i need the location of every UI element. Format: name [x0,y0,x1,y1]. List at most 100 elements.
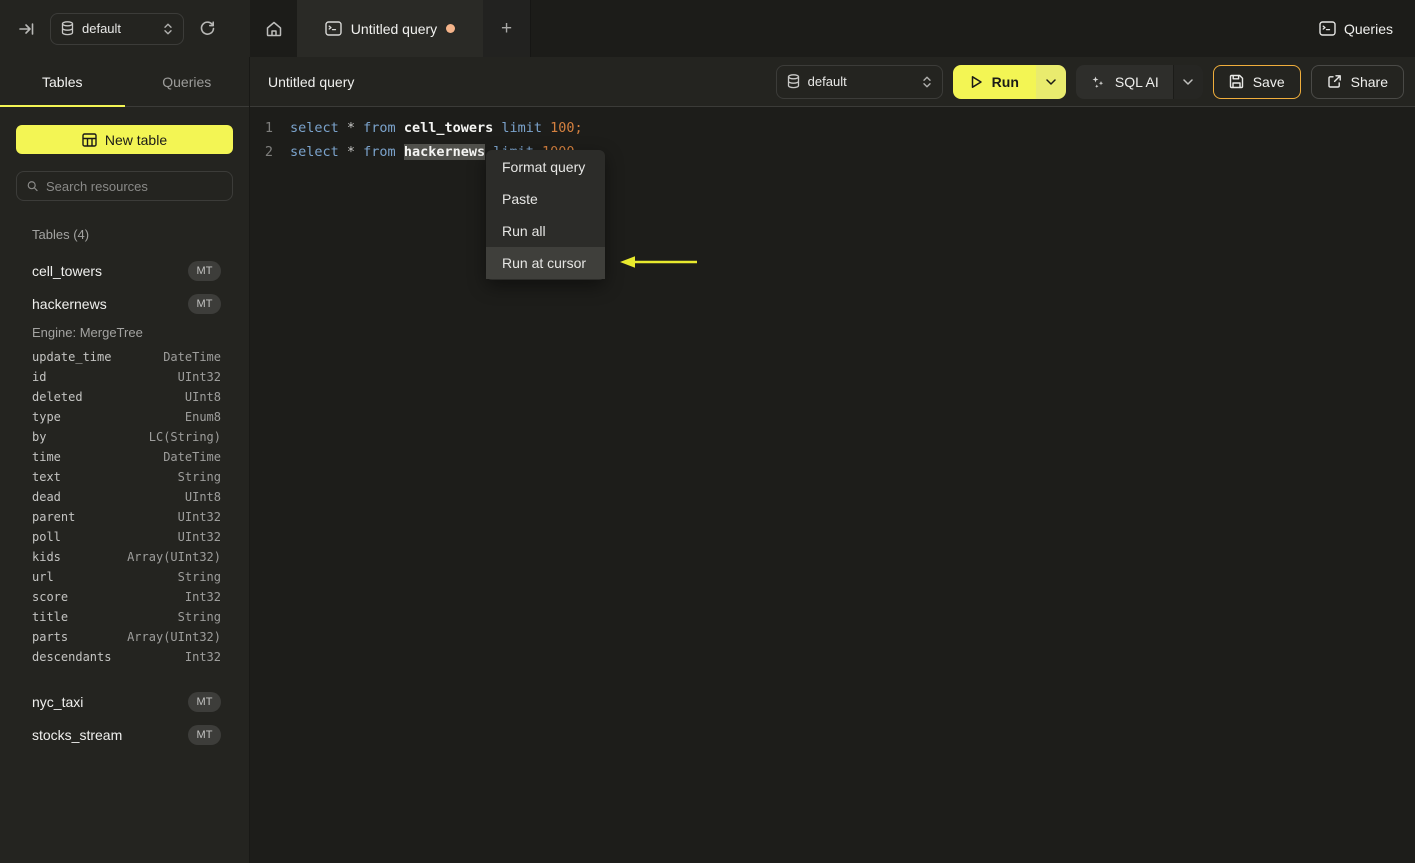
chevron-down-icon [1046,78,1056,85]
main-panel: Untitled query default Run SQL AI Save S… [250,57,1415,863]
chevron-up-down-icon [164,23,172,34]
table-name: nyc_taxi [32,693,84,710]
database-icon [61,21,74,36]
column-name: by [32,430,47,444]
database-selector[interactable]: default [50,12,184,45]
column-name: url [32,570,54,584]
column-type: UInt32 [177,530,221,544]
column-name: kids [32,550,61,564]
table-row-hackernews[interactable]: hackernews MT [0,287,249,320]
column-row: kids Array(UInt32) [32,547,221,567]
column-row: type Enum8 [32,407,221,427]
annotation-arrow-icon [620,256,697,268]
chevron-up-down-icon [922,76,931,87]
table-row-cell-towers[interactable]: cell_towers MT [0,254,249,287]
selected-text: hackernews [403,144,486,160]
sql-ai-label: SQL AI [1114,73,1159,90]
column-type: UInt32 [177,510,221,524]
tab-label: Untitled query [350,20,438,37]
search-icon [27,181,38,192]
unsaved-changes-dot [446,24,456,33]
line-number: 2 [264,144,273,160]
menu-item-paste[interactable]: Paste [486,183,605,215]
code-line-2: 2 select * from hackernews limit 1000 [250,140,1415,164]
column-list: update_time DateTime id UInt32 deleted UInt… [0,344,249,673]
engine-badge: MT [188,724,221,745]
table-name: hackernews [32,295,107,312]
share-icon [1327,75,1341,88]
queries-button[interactable]: Queries [1319,0,1393,57]
home-button[interactable] [250,0,297,57]
column-name: time [32,450,61,464]
column-name: id [32,370,47,384]
sql-editor[interactable]: 1 select * from cell_towers limit 100; 2… [250,107,1415,863]
table-row-stocks-stream[interactable]: stocks_stream MT [0,718,249,751]
new-table-button[interactable]: New table [16,125,233,154]
sql-ai-button[interactable]: SQL AI [1075,64,1173,99]
column-name: descendants [32,650,112,664]
column-row: dead UInt8 [32,487,221,507]
column-name: dead [32,490,61,504]
column-type: UInt8 [184,490,221,504]
sql-ai-options-button[interactable] [1172,64,1203,99]
query-database-selector[interactable]: default [775,64,943,99]
sidebar-tab-tables[interactable]: Tables [0,57,125,107]
column-row: score Int32 [32,587,221,607]
column-row: by LC(String) [32,427,221,447]
column-row: text String [32,467,221,487]
search-input[interactable] [46,178,222,194]
sidebar-tabs: Tables Queries [0,57,249,107]
column-row: update_time DateTime [32,347,221,367]
save-icon [1229,74,1243,89]
menu-item-run-at-cursor[interactable]: Run at cursor [486,247,605,279]
column-row: poll UInt32 [32,527,221,547]
column-type: Int32 [184,650,221,664]
column-name: type [32,410,61,424]
column-type: Enum8 [184,410,221,424]
menu-item-run-all[interactable]: Run all [486,215,605,247]
run-button[interactable]: Run [952,64,1036,99]
sidebar: Tables Queries New table Tables (4) [0,57,250,863]
column-row: time DateTime [32,447,221,467]
tables-section-header: Tables (4) [32,227,90,242]
table-name: cell_towers [32,262,103,279]
menu-item-format-query[interactable]: Format query [486,151,605,183]
table-name: stocks_stream [32,726,123,743]
engine-badge: MT [188,293,221,314]
column-type: String [177,470,221,484]
save-button-label: Save [1252,73,1285,90]
home-icon [266,21,281,36]
save-button[interactable]: Save [1212,64,1301,99]
search-box [16,171,233,201]
column-type: Array(UInt32) [127,630,221,644]
refresh-button[interactable] [192,14,222,44]
top-bar-left: default [0,0,250,57]
column-type: DateTime [163,350,221,364]
column-name: parts [32,630,69,644]
column-name: title [32,610,69,624]
column-row: descendants Int32 [32,647,221,667]
column-type: DateTime [163,450,221,464]
queries-button-label: Queries [1343,20,1393,37]
column-row: parent UInt32 [32,507,221,527]
share-button[interactable]: Share [1310,64,1404,99]
app-window: default Untitled query + Queries Tables … [0,0,1415,863]
table-row-nyc-taxi[interactable]: nyc_taxi MT [0,685,249,718]
run-options-button[interactable] [1035,64,1066,99]
line-number: 1 [264,120,273,136]
column-type: Int32 [184,590,221,604]
column-type: UInt8 [184,390,221,404]
code-content: select * from cell_towers limit 100; [290,120,583,136]
collapse-sidebar-button[interactable] [12,14,42,44]
query-toolbar: Untitled query default Run SQL AI Save S… [250,57,1415,107]
refresh-icon [200,21,214,35]
tab-untitled-query[interactable]: Untitled query [297,0,483,57]
top-bar: default Untitled query + Queries [0,0,1415,57]
play-icon [971,75,982,88]
sidebar-tab-queries[interactable]: Queries [125,57,250,106]
column-type: String [177,570,221,584]
tab-strip: Untitled query + Queries [250,0,1415,57]
new-tab-button[interactable]: + [483,0,531,57]
terminal-icon [325,21,342,36]
column-name: update_time [32,350,112,364]
